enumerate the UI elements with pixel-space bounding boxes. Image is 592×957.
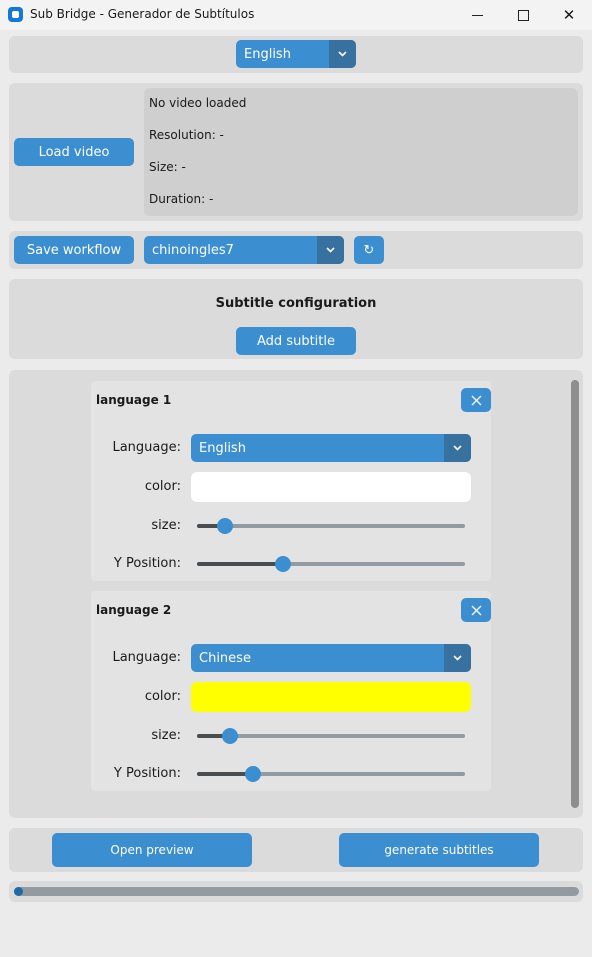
load-video-button[interactable]: Load video <box>14 138 134 166</box>
subtitles-scrollbar[interactable] <box>571 380 579 808</box>
color-field[interactable] <box>191 472 471 502</box>
video-resolution: Resolution: - <box>149 128 224 142</box>
remove-subtitle-button[interactable] <box>461 388 491 412</box>
save-workflow-button[interactable]: Save workflow <box>14 236 134 264</box>
add-subtitle-button[interactable]: Add subtitle <box>236 327 356 355</box>
slider-handle[interactable] <box>275 556 291 572</box>
close-window-button[interactable]: ✕ <box>546 0 592 30</box>
generate-subtitles-button[interactable]: generate subtitles <box>339 833 539 867</box>
chevron-down-icon[interactable] <box>444 644 471 672</box>
video-duration: Duration: - <box>149 192 214 206</box>
chevron-down-icon[interactable] <box>329 40 356 68</box>
y-position-label: Y Position: <box>113 556 181 571</box>
size-slider[interactable] <box>197 728 465 744</box>
slider-handle[interactable] <box>245 766 261 782</box>
subtitle-language-dropdown[interactable]: English <box>191 434 471 462</box>
video-size: Size: - <box>149 160 186 174</box>
size-label: size: <box>151 518 181 533</box>
size-slider[interactable] <box>197 518 465 534</box>
window-title: Sub Bridge - Generador de Subtítulos <box>30 7 255 21</box>
ui-language-value: English <box>244 46 291 62</box>
workflow-dropdown[interactable]: chinoingles7 <box>144 236 344 264</box>
app-icon <box>8 7 23 22</box>
language-label: Language: <box>112 440 181 455</box>
video-info-box: No video loaded Resolution: - Size: - Du… <box>144 88 578 216</box>
progress-bar <box>14 887 579 896</box>
remove-subtitle-button[interactable] <box>461 598 491 622</box>
chevron-down-icon[interactable] <box>444 434 471 462</box>
size-label: size: <box>151 728 181 743</box>
subtitle-card-title: language 1 <box>96 393 172 407</box>
slider-fill <box>197 562 283 566</box>
progress-fill <box>14 887 23 896</box>
subtitle-config-title: Subtitle configuration <box>215 296 377 311</box>
refresh-icon: ↻ <box>363 242 375 258</box>
video-status: No video loaded <box>149 96 247 110</box>
slider-track <box>197 524 465 528</box>
title-bar: Sub Bridge - Generador de Subtítulos ✕ <box>0 0 592 30</box>
close-icon <box>471 395 481 405</box>
minimize-button[interactable] <box>454 0 500 30</box>
y-position-slider[interactable] <box>197 766 465 782</box>
language-label: Language: <box>112 650 181 665</box>
workflow-value: chinoingles7 <box>152 242 234 258</box>
slider-handle[interactable] <box>222 728 238 744</box>
close-icon <box>471 605 481 615</box>
y-position-label: Y Position: <box>113 766 181 781</box>
color-label: color: <box>144 479 181 494</box>
maximize-button[interactable] <box>500 0 546 30</box>
chevron-down-icon[interactable] <box>317 236 344 264</box>
refresh-workflows-button[interactable]: ↻ <box>354 236 384 264</box>
subtitle-card-title: language 2 <box>96 603 172 617</box>
open-preview-button[interactable]: Open preview <box>52 833 252 867</box>
color-label: color: <box>144 689 181 704</box>
subtitle-language-value: English <box>199 440 246 456</box>
subtitle-language-dropdown[interactable]: Chinese <box>191 644 471 672</box>
subtitle-language-value: Chinese <box>199 650 251 666</box>
ui-language-dropdown[interactable]: English <box>236 40 356 68</box>
y-position-slider[interactable] <box>197 556 465 572</box>
slider-handle[interactable] <box>217 518 233 534</box>
color-field[interactable] <box>191 682 471 712</box>
